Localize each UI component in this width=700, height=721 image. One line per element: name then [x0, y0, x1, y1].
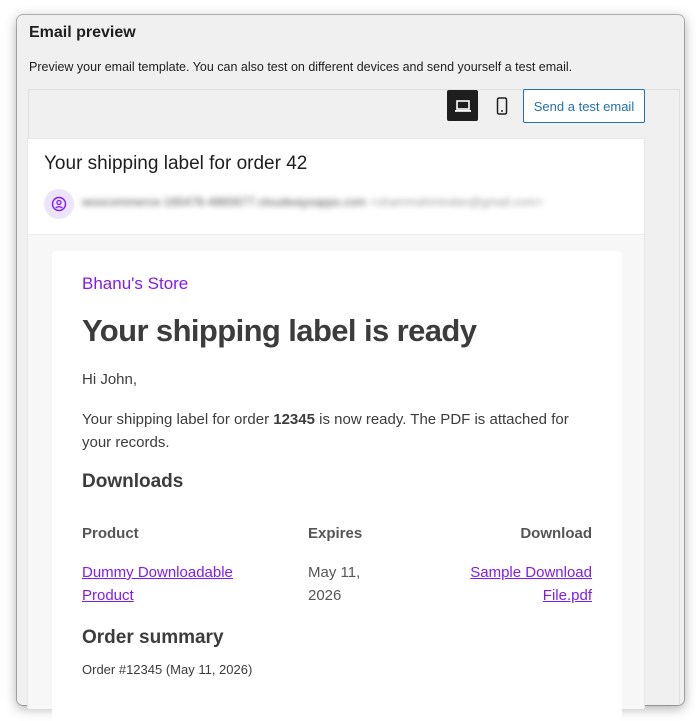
product-link-line[interactable]: Product [82, 587, 134, 604]
sender-address: <shammahmindan@gmail.com> [370, 195, 544, 209]
order-meta: Order #12345 (May 11, 2026) [82, 662, 253, 677]
order-summary-heading: Order summary [82, 627, 224, 648]
email-message: Your shipping label for order 12345 is n… [82, 408, 592, 454]
email-greeting: Hi John, [82, 371, 138, 388]
panel-description: Preview your email template. You can als… [29, 60, 573, 74]
sender-name: woocommerce-165476-4865677.cloudwaysapps… [82, 195, 367, 209]
email-frame: Your shipping label for order 42 woocomm… [27, 138, 645, 721]
panel-title: Email preview [29, 24, 136, 41]
desktop-preview-button[interactable] [447, 90, 478, 121]
store-name[interactable]: Bhanu's Store [82, 274, 188, 294]
email-subject: Your shipping label for order 42 [44, 153, 308, 174]
email-headline: Your shipping label is ready [82, 313, 477, 348]
product-link[interactable]: Dummy Downloadable Product [82, 561, 233, 607]
column-header-expires: Expires [308, 525, 363, 542]
order-number: 12345 [273, 411, 315, 428]
sender-info: woocommerce-165476-4865677.cloudwaysapps… [82, 195, 543, 209]
product-link-line[interactable]: Dummy Downloadable [82, 564, 233, 581]
expires-value: May 11, 2026 [308, 561, 360, 607]
download-link-line[interactable]: Sample Download [470, 564, 592, 581]
column-header-download: Download [520, 525, 592, 542]
expires-line: May 11, [308, 564, 361, 581]
send-test-email-button[interactable]: Send a test email [523, 89, 645, 123]
sender-avatar [44, 189, 74, 219]
mobile-icon [496, 96, 507, 115]
email-header: Your shipping label for order 42 woocomm… [28, 139, 644, 235]
downloads-heading: Downloads [82, 471, 184, 492]
email-card: Bhanu's Store Your shipping label is rea… [52, 251, 622, 721]
expires-line: 2026 [308, 587, 342, 604]
laptop-icon [454, 99, 471, 112]
message-text-start: Your shipping label for order [82, 411, 274, 428]
download-link-line[interactable]: File.pdf [543, 587, 592, 604]
email-body: Bhanu's Store Your shipping label is rea… [28, 235, 644, 721]
column-header-product: Product [82, 525, 139, 542]
user-circle-icon [51, 196, 67, 212]
mobile-preview-button[interactable] [486, 90, 517, 121]
download-file-link[interactable]: Sample Download File.pdf [470, 561, 592, 607]
